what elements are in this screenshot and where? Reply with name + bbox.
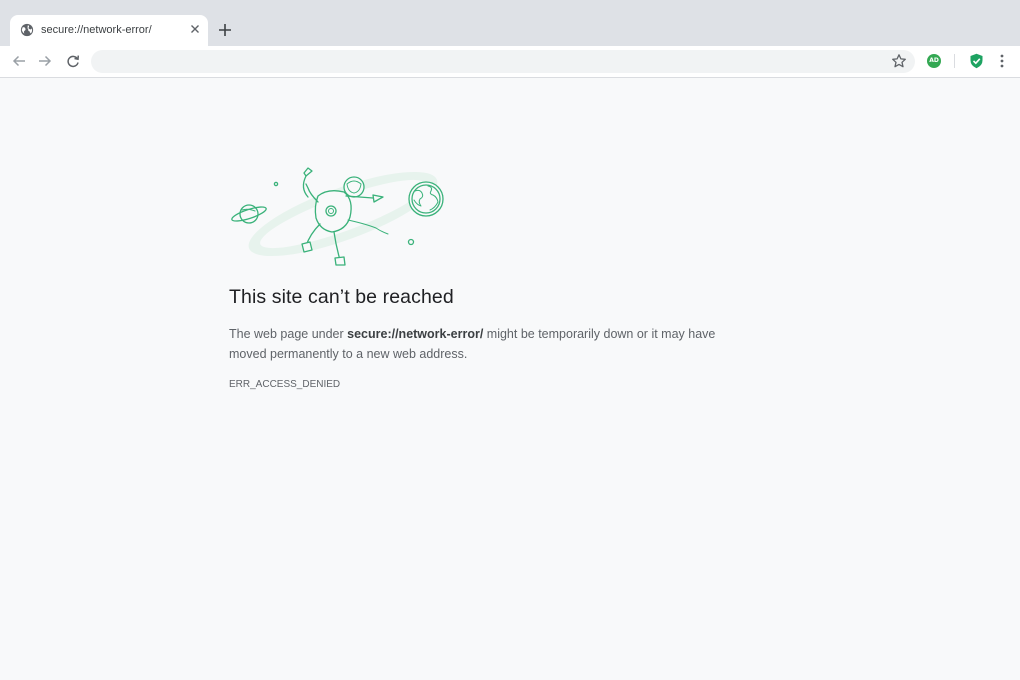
reload-icon[interactable] bbox=[65, 53, 81, 69]
error-description-prefix: The web page under bbox=[229, 327, 348, 341]
toolbar-divider bbox=[954, 54, 955, 68]
tab-strip: secure://network-error/ bbox=[0, 0, 1020, 46]
ad-extension-icon[interactable]: AD bbox=[927, 54, 941, 68]
browser-window: secure://network-error/ AD This site can… bbox=[0, 0, 1020, 680]
tab-active[interactable]: secure://network-error/ bbox=[10, 15, 208, 46]
shield-check-icon[interactable] bbox=[969, 53, 984, 69]
arrow-left-icon[interactable] bbox=[11, 53, 27, 69]
astronaut-floating-in-space-illustration bbox=[231, 167, 444, 266]
tab-title: secure://network-error/ bbox=[41, 24, 152, 36]
close-icon[interactable] bbox=[188, 22, 202, 36]
error-page: This site can’t be reached The web page … bbox=[0, 78, 1020, 680]
toolbar: AD bbox=[0, 46, 1020, 78]
address-bar[interactable] bbox=[91, 50, 915, 73]
error-description: The web page under secure://network-erro… bbox=[229, 324, 739, 364]
error-description-url: secure://network-error/ bbox=[347, 327, 484, 341]
arrow-right-icon[interactable] bbox=[37, 53, 53, 69]
new-tab-plus-icon[interactable] bbox=[216, 21, 234, 39]
error-title: This site can’t be reached bbox=[229, 286, 454, 308]
star-icon[interactable] bbox=[891, 53, 907, 69]
more-vertical-icon[interactable] bbox=[996, 53, 1008, 69]
error-code: ERR_ACCESS_DENIED bbox=[229, 379, 341, 390]
globe-icon bbox=[20, 23, 34, 37]
